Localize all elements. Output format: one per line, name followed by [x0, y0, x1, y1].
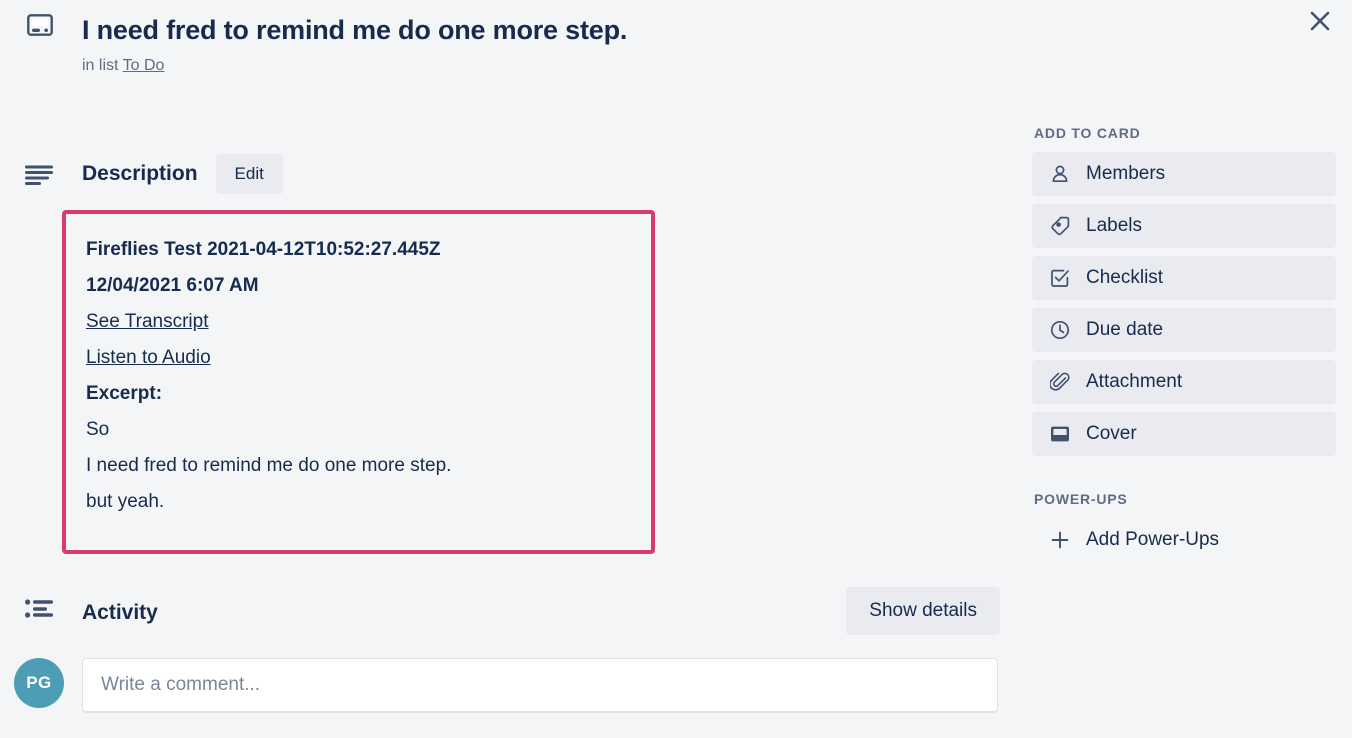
sidebar-item-labels[interactable]: Labels: [1032, 204, 1336, 248]
power-ups-heading: POWER-UPS: [1034, 491, 1128, 507]
breadcrumb: in list To Do: [0, 48, 1000, 76]
description-header: Description Edit: [0, 148, 1000, 200]
card-header: I need fred to remind me do one more ste…: [0, 0, 1000, 76]
sidebar-item-members[interactable]: Members: [1032, 152, 1336, 196]
sidebar-item-checklist[interactable]: Checklist: [1032, 256, 1336, 300]
sidebar-item-label: Due date: [1086, 319, 1164, 340]
description-content-box[interactable]: Fireflies Test 2021-04-12T10:52:27.445Z …: [62, 210, 655, 554]
comment-input[interactable]: [82, 658, 998, 712]
sidebar-item-label: Cover: [1086, 423, 1137, 444]
sidebar: ADD TO CARD Members Labels Checklist Due…: [1032, 124, 1336, 562]
sidebar-item-attachment[interactable]: Attachment: [1032, 360, 1336, 404]
comment-row: PG: [0, 658, 1000, 712]
sidebar-item-label: Checklist: [1086, 267, 1164, 288]
show-details-button[interactable]: Show details: [846, 587, 1000, 635]
sidebar-item-label: Attachment: [1086, 371, 1183, 392]
list-link[interactable]: To Do: [123, 57, 165, 74]
excerpt-label: Excerpt:: [86, 383, 163, 404]
excerpt-line: So: [86, 419, 110, 440]
close-button[interactable]: [1300, 2, 1340, 42]
excerpt-line: but yeah.: [86, 491, 165, 512]
plus-icon: [1048, 528, 1072, 552]
avatar[interactable]: PG: [14, 658, 64, 708]
activity-section: Activity Show details PG: [0, 586, 1000, 712]
card-icon: [22, 14, 58, 50]
checkbox-icon: [1048, 266, 1072, 290]
description-subheading: 12/04/2021 6:07 AM: [86, 275, 259, 296]
clock-icon: [1048, 318, 1072, 342]
description-lines-icon: [20, 162, 58, 188]
activity-header: Activity Show details: [0, 586, 1000, 640]
listen-to-audio-link[interactable]: Listen to Audio: [86, 340, 211, 376]
in-list-label: in list: [82, 57, 119, 74]
activity-title: Activity: [82, 601, 158, 624]
sidebar-item-due-date[interactable]: Due date: [1032, 308, 1336, 352]
add-power-ups-label: Add Power-Ups: [1086, 529, 1220, 550]
card-detail-modal: I need fred to remind me do one more ste…: [0, 0, 1352, 738]
sidebar-item-label: Labels: [1086, 215, 1142, 236]
sidebar-item-cover[interactable]: Cover: [1032, 412, 1336, 456]
cover-icon: [1048, 422, 1072, 446]
person-icon: [1048, 162, 1072, 186]
paperclip-icon: [1048, 370, 1072, 394]
description-title: Description: [82, 162, 198, 185]
description-heading: Fireflies Test 2021-04-12T10:52:27.445Z: [86, 239, 441, 260]
description-section: Description Edit Fireflies Test 2021-04-…: [0, 148, 1000, 554]
see-transcript-link[interactable]: See Transcript: [86, 304, 209, 340]
tag-icon: [1048, 214, 1072, 238]
edit-description-button[interactable]: Edit: [215, 154, 283, 194]
excerpt-line: I need fred to remind me do one more ste…: [86, 455, 452, 476]
sidebar-item-label: Members: [1086, 163, 1166, 184]
activity-list-icon: [20, 596, 58, 624]
add-power-ups-button[interactable]: Add Power-Ups: [1032, 518, 1336, 562]
close-icon: [1309, 10, 1331, 35]
add-to-card-heading: ADD TO CARD: [1034, 125, 1141, 141]
page-title: I need fred to remind me do one more ste…: [82, 15, 628, 45]
